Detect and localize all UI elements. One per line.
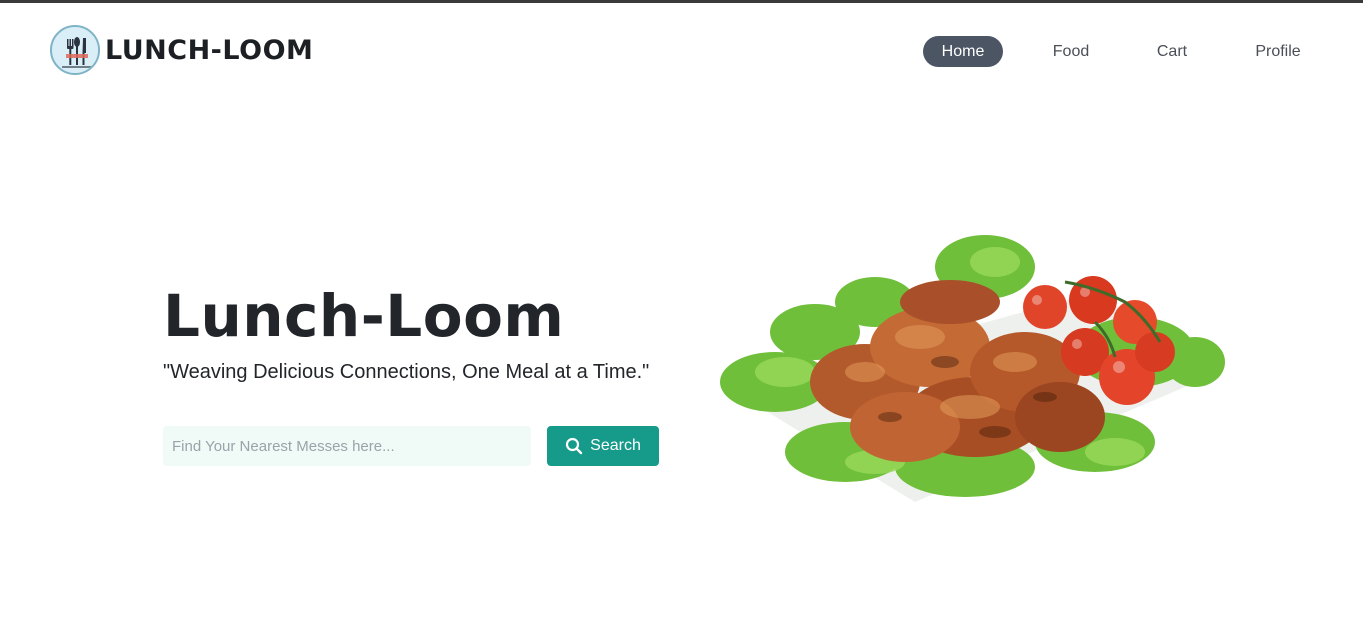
- brand-name: LUNCH-LOOM: [105, 34, 314, 66]
- search-button[interactable]: Search: [547, 426, 659, 466]
- nav-home[interactable]: Home: [923, 36, 1003, 67]
- site-header: LUNCH-LOOM Home Food Cart Profile: [0, 3, 1363, 97]
- cutlery-icon: [50, 25, 100, 75]
- hero-food-image: [715, 222, 1225, 507]
- hero-tagline: "Weaving Delicious Connections, One Meal…: [163, 361, 650, 383]
- search-input[interactable]: [163, 426, 531, 466]
- search-button-label: Search: [590, 437, 641, 454]
- main-nav: Home Food Cart Profile: [923, 36, 1303, 67]
- nav-profile[interactable]: Profile: [1253, 36, 1303, 67]
- search-icon: [565, 437, 583, 455]
- hero-title: Lunch-Loom: [163, 282, 565, 350]
- nav-food[interactable]: Food: [1051, 36, 1091, 67]
- logo[interactable]: LUNCH-LOOM: [50, 25, 313, 75]
- nav-cart[interactable]: Cart: [1154, 36, 1190, 67]
